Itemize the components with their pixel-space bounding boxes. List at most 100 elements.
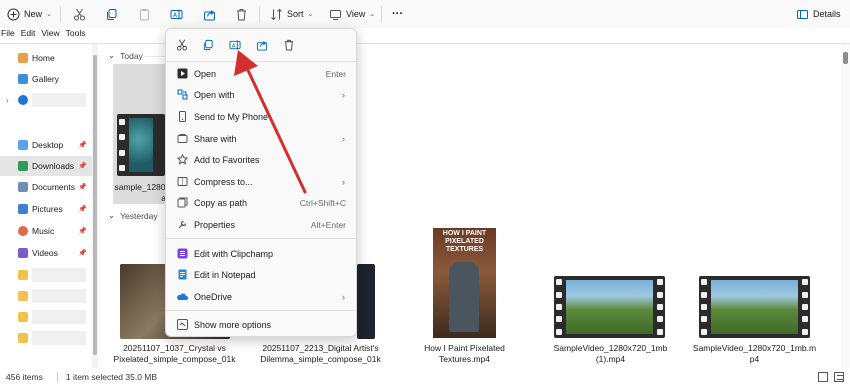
sidebar-scrollbar-thumb[interactable] bbox=[93, 55, 97, 355]
file-name-cont: p4 bbox=[749, 354, 760, 364]
sidebar-item-folder[interactable] bbox=[0, 265, 92, 285]
divider bbox=[0, 43, 850, 44]
new-label: New bbox=[24, 9, 43, 19]
chevron-down-icon: ⌄ bbox=[369, 11, 376, 18]
ctx-item-onedrive[interactable]: OneDrive › bbox=[166, 286, 356, 307]
sidebar-item-home[interactable]: Home bbox=[0, 48, 92, 68]
menu-view[interactable]: View bbox=[41, 28, 59, 42]
more-options-button[interactable]: ··· bbox=[392, 5, 403, 23]
context-quick-actions: A bbox=[166, 29, 356, 61]
tiles-view-icon[interactable] bbox=[834, 372, 844, 382]
ctx-item-copy-as-path[interactable]: Copy as path Ctrl+Shift+C bbox=[166, 192, 356, 213]
status-divider bbox=[56, 372, 58, 382]
sidebar-item-onedrive[interactable]: › bbox=[0, 90, 92, 110]
ctx-item-edit-notepad[interactable]: Edit in Notepad bbox=[166, 264, 356, 285]
menu-tools[interactable]: Tools bbox=[66, 28, 86, 42]
ctx-item-edit-clipchamp[interactable]: Edit with Clipchamp bbox=[166, 243, 356, 264]
ctx-item-compress[interactable]: Compress to... › bbox=[166, 171, 356, 192]
svg-text:A: A bbox=[232, 43, 236, 49]
ctx-item-properties[interactable]: Properties Alt+Enter bbox=[166, 214, 356, 235]
more-options-icon bbox=[176, 319, 188, 331]
file-name-cont: (1).mp4 bbox=[595, 354, 626, 364]
ctx-item-share-with[interactable]: Share with › bbox=[166, 128, 356, 149]
ctx-rename-button[interactable]: A bbox=[227, 37, 243, 53]
ctx-cut-button[interactable] bbox=[174, 37, 190, 53]
ctx-item-shortcut: Ctrl+Shift+C bbox=[299, 197, 346, 208]
menu-file[interactable]: File bbox=[1, 28, 15, 42]
status-bar: 456 items 1 item selected 35.0 MB bbox=[0, 368, 850, 386]
toolbar-divider bbox=[60, 6, 61, 22]
details-pane-icon bbox=[795, 7, 809, 21]
sidebar-item-documents[interactable]: Documents 📌 bbox=[0, 177, 92, 197]
videos-icon bbox=[18, 248, 28, 258]
video-thumbnail[interactable] bbox=[699, 276, 810, 338]
sidebar-item-desktop[interactable]: Desktop 📌 bbox=[0, 135, 92, 155]
file-name: 20251107_2213_Digital Artist's bbox=[262, 343, 379, 353]
folder-icon bbox=[18, 270, 28, 280]
sidebar-item-folder[interactable] bbox=[0, 307, 92, 327]
sidebar-item-label: Documents bbox=[32, 182, 75, 192]
delete-button[interactable] bbox=[234, 5, 248, 23]
cut-button[interactable] bbox=[72, 5, 86, 23]
menu-edit[interactable]: Edit bbox=[21, 28, 36, 42]
sidebar-item-folder[interactable] bbox=[0, 286, 92, 306]
folder-icon bbox=[18, 291, 28, 301]
sidebar-item-pictures[interactable]: Pictures 📌 bbox=[0, 199, 92, 219]
sidebar-item-videos[interactable]: Videos 📌 bbox=[0, 243, 92, 263]
rename-icon: A bbox=[229, 40, 241, 50]
rename-button[interactable]: A bbox=[169, 5, 183, 23]
ctx-item-show-more-options[interactable]: Show more options bbox=[166, 314, 356, 335]
video-thumbnail[interactable] bbox=[357, 264, 375, 339]
ctx-share-button[interactable] bbox=[254, 37, 270, 53]
pin-icon: 📌 bbox=[78, 206, 87, 213]
menu-separator bbox=[166, 310, 356, 311]
sidebar-item-label: Gallery bbox=[32, 74, 59, 84]
content-scrollbar-thumb[interactable] bbox=[843, 52, 848, 64]
sidebar-item-gallery[interactable]: Gallery bbox=[0, 69, 92, 89]
ctx-item-shortcut: Alt+Enter bbox=[310, 219, 346, 230]
new-button[interactable]: New ⌄ bbox=[6, 5, 52, 23]
ctx-item-open-with[interactable]: Open with › bbox=[166, 84, 356, 105]
video-thumbnail[interactable] bbox=[554, 276, 665, 338]
sort-button[interactable]: Sort ⌄ bbox=[269, 5, 313, 23]
group-label: Yesterday bbox=[120, 210, 158, 221]
share-button[interactable] bbox=[202, 5, 216, 23]
sidebar-item-folder[interactable] bbox=[0, 328, 92, 348]
sidebar-item-downloads[interactable]: Downloads 📌 bbox=[0, 156, 92, 176]
folder-icon bbox=[18, 333, 28, 343]
details-button[interactable]: Details bbox=[795, 5, 841, 23]
file-name: How I Paint Pixelated bbox=[424, 343, 505, 353]
command-bar: New ⌄ A Sort ⌄ View ⌄ ··· Details bbox=[0, 0, 850, 28]
group-label: Today bbox=[120, 50, 143, 61]
ctx-delete-button[interactable] bbox=[281, 37, 297, 53]
chevron-right-icon: › bbox=[342, 176, 345, 187]
ctx-item-open[interactable]: Open Enter bbox=[166, 63, 356, 84]
ctx-item-send-to-phone[interactable]: Send to My Phone bbox=[166, 106, 356, 127]
open-icon bbox=[176, 68, 188, 80]
content-scrollbar[interactable] bbox=[841, 44, 850, 368]
chevron-right-icon: › bbox=[342, 291, 345, 302]
clipchamp-icon bbox=[176, 248, 188, 260]
group-header-today[interactable]: ⌄ Today bbox=[108, 50, 143, 61]
ctx-item-add-to-favorites[interactable]: Add to Favorites bbox=[166, 149, 356, 170]
sidebar-item-label: Downloads bbox=[32, 161, 75, 171]
ctx-copy-button[interactable] bbox=[200, 37, 216, 53]
ctx-item-shortcut: Enter bbox=[325, 68, 346, 79]
file-name: SampleVideo_1280x720_1mb.m bbox=[692, 343, 817, 353]
group-header-yesterday[interactable]: ⌄ Yesterday bbox=[108, 210, 158, 221]
share-icon bbox=[202, 7, 216, 21]
sort-icon bbox=[269, 7, 283, 21]
ctx-item-label: Properties bbox=[194, 219, 236, 230]
copy-button[interactable] bbox=[104, 5, 118, 23]
view-button[interactable]: View ⌄ bbox=[328, 5, 375, 23]
ctx-item-label: Compress to... bbox=[194, 176, 253, 187]
svg-text:A: A bbox=[173, 12, 178, 19]
plus-circle-icon bbox=[6, 7, 20, 21]
video-thumbnail[interactable]: HOW I PAINT PIXELATED TEXTURES bbox=[433, 228, 496, 338]
ctx-item-label: Share with bbox=[194, 133, 237, 144]
sidebar-item-label: Desktop bbox=[32, 140, 64, 150]
details-view-icon[interactable] bbox=[818, 372, 828, 382]
sidebar-item-music[interactable]: Music 📌 bbox=[0, 221, 92, 241]
desktop-icon bbox=[18, 140, 28, 150]
paste-button[interactable] bbox=[137, 5, 151, 23]
